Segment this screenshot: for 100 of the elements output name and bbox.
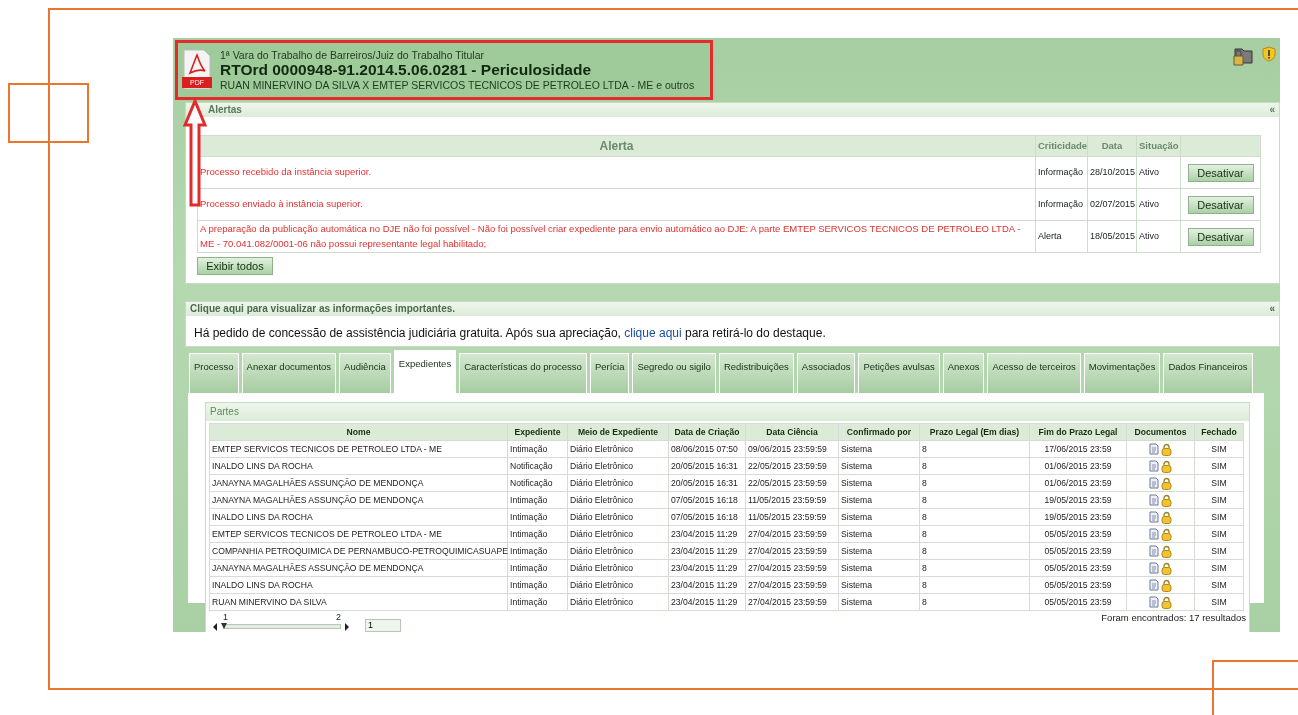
table-cell: 22/05/2015 23:59:59 <box>745 474 839 492</box>
table-cell: Diário Eletrônico <box>567 576 669 594</box>
panel-title[interactable]: Clique aqui para visualizar as informações importantes. <box>190 302 456 316</box>
tab[interactable]: Anexar documentos <box>241 353 337 393</box>
tab[interactable]: Associados <box>796 353 856 393</box>
lock-icon[interactable] <box>1161 578 1173 592</box>
table-cell: 23/04/2015 11:29 <box>668 559 746 577</box>
table-cell: 05/05/2015 23:59 <box>1029 559 1127 577</box>
table-cell: 20/05/2015 16:31 <box>668 457 746 475</box>
column-header: Nome <box>209 423 508 441</box>
table-cell: 23/04/2015 11:29 <box>668 525 746 543</box>
table-cell: EMTEP SERVICOS TECNICOS DE PETROLEO LTDA - ME <box>209 440 508 458</box>
document-icon[interactable] <box>1148 494 1159 507</box>
table-cell: SIM <box>1194 508 1244 526</box>
table-cell: 8 <box>919 525 1030 543</box>
table-cell: Diário Eletrônico <box>567 440 669 458</box>
document-icon[interactable] <box>1148 443 1159 456</box>
table-cell: 27/04/2015 23:59:59 <box>745 559 839 577</box>
scroll-left-arrow[interactable] <box>213 623 217 631</box>
document-icon[interactable] <box>1148 528 1159 541</box>
column-header: Data Ciência <box>745 423 839 441</box>
tab[interactable]: Características do processo <box>459 353 587 393</box>
document-icon[interactable] <box>1148 579 1159 592</box>
table-cell: Intimação <box>507 440 568 458</box>
folder-lock-icon[interactable] <box>1230 46 1254 66</box>
table-cell: Informação <box>1035 156 1088 189</box>
lock-icon[interactable] <box>1161 527 1173 541</box>
table-cell: Diário Eletrônico <box>567 559 669 577</box>
document-icon[interactable] <box>1148 511 1159 524</box>
document-icon[interactable] <box>1148 545 1159 558</box>
tab[interactable]: Acesso de terceiros <box>987 353 1081 393</box>
table-cell: SIM <box>1194 542 1244 560</box>
table-cell: 07/05/2015 16:18 <box>668 508 746 526</box>
table-cell: 11/05/2015 23:59:59 <box>745 491 839 509</box>
lock-icon[interactable] <box>1161 459 1173 473</box>
table-cell: 8 <box>919 508 1030 526</box>
table-cell: 23/04/2015 11:29 <box>668 593 746 611</box>
table-cell: Intimação <box>507 559 568 577</box>
column-header: Data <box>1087 135 1137 157</box>
process-parties: RUAN MINERVINO DA SILVA X EMTEP SERVICOS TECNICOS DE PETROLEO LTDA - ME e outros <box>220 78 695 92</box>
court-name: 1ª Vara do Trabalho de Barreiros/Juiz do Trabalho Titular <box>220 48 485 61</box>
table-cell: Informação <box>1035 188 1088 221</box>
table-cell: Intimação <box>507 525 568 543</box>
lock-icon[interactable] <box>1161 595 1173 609</box>
column-header: Data de Criação <box>668 423 746 441</box>
collapse-toggle[interactable]: « <box>1269 302 1275 316</box>
table-cell: Notificação <box>507 474 568 492</box>
column-header: Prazo Legal (Em dias) <box>919 423 1030 441</box>
lock-icon[interactable] <box>1161 544 1173 558</box>
table-cell: 8 <box>919 576 1030 594</box>
tab[interactable]: Processo <box>189 353 239 393</box>
lock-icon[interactable] <box>1161 561 1173 575</box>
table-cell: 27/04/2015 23:59:59 <box>745 593 839 611</box>
warning-shield-icon[interactable] <box>1262 46 1276 62</box>
document-icon[interactable] <box>1148 562 1159 575</box>
slider-thumb[interactable] <box>221 623 227 629</box>
scroll-right-arrow[interactable] <box>345 623 349 631</box>
lock-icon[interactable] <box>1161 510 1173 524</box>
info-link[interactable]: clique aqui <box>624 326 682 340</box>
deactivate-button[interactable]: Desativar <box>1187 227 1254 246</box>
tab[interactable]: Dados Financeiros <box>1163 353 1253 393</box>
table-cell: Intimação <box>507 508 568 526</box>
tab[interactable]: Anexos <box>942 353 985 393</box>
table-cell: 08/06/2015 07:50 <box>668 440 746 458</box>
lock-icon[interactable] <box>1161 476 1173 490</box>
tab[interactable]: Petições avulsas <box>858 353 940 393</box>
show-all-button[interactable]: Exibir todos <box>197 257 273 275</box>
tab[interactable]: Movimentações <box>1083 353 1161 393</box>
deactivate-button[interactable]: Desativar <box>1187 195 1254 214</box>
table-cell: 23/04/2015 11:29 <box>668 576 746 594</box>
table-cell: 8 <box>919 593 1030 611</box>
tab[interactable]: Segredo ou sigilo <box>632 353 716 393</box>
table-cell: Diário Eletrônico <box>567 525 669 543</box>
table-cell: 05/05/2015 23:59 <box>1029 525 1127 543</box>
deactivate-button[interactable]: Desativar <box>1187 163 1254 182</box>
table-cell: Diário Eletrônico <box>567 593 669 611</box>
lock-icon[interactable] <box>1161 493 1173 507</box>
table-cell: JANAYNA MAGALHÃES ASSUNÇÃO DE MENDONÇA <box>209 559 508 577</box>
lock-icon[interactable] <box>1161 442 1173 456</box>
table-cell: COMPANHIA PETROQUIMICA DE PERNAMBUCO-PETROQUIMICASUAPE <box>209 542 508 560</box>
page-input[interactable]: 1 <box>365 619 401 632</box>
table-cell: Ativo <box>1136 156 1181 189</box>
tab[interactable]: Expedientes <box>393 350 457 393</box>
table-cell: 05/05/2015 23:59 <box>1029 576 1127 594</box>
table-cell: 05/05/2015 23:59 <box>1029 542 1127 560</box>
document-icon[interactable] <box>1148 477 1159 490</box>
table-cell: INALDO LINS DA ROCHA <box>209 576 508 594</box>
table-cell: INALDO LINS DA ROCHA <box>209 508 508 526</box>
page-slider[interactable]: 1 2 <box>213 611 349 632</box>
document-icon[interactable] <box>1148 460 1159 473</box>
table-cell: EMTEP SERVICOS TECNICOS DE PETROLEO LTDA - ME <box>209 525 508 543</box>
collapse-toggle[interactable]: « <box>1269 103 1275 117</box>
table-cell: Ativo <box>1136 188 1181 221</box>
column-header: Fim do Prazo Legal <box>1029 423 1127 441</box>
document-icon[interactable] <box>1148 596 1159 609</box>
tab[interactable]: Audiência <box>339 353 391 393</box>
tab[interactable]: Perícia <box>589 353 630 393</box>
table-cell: Sistema <box>838 491 920 509</box>
table-cell: INALDO LINS DA ROCHA <box>209 457 508 475</box>
tab[interactable]: Redistribuições <box>718 353 794 393</box>
